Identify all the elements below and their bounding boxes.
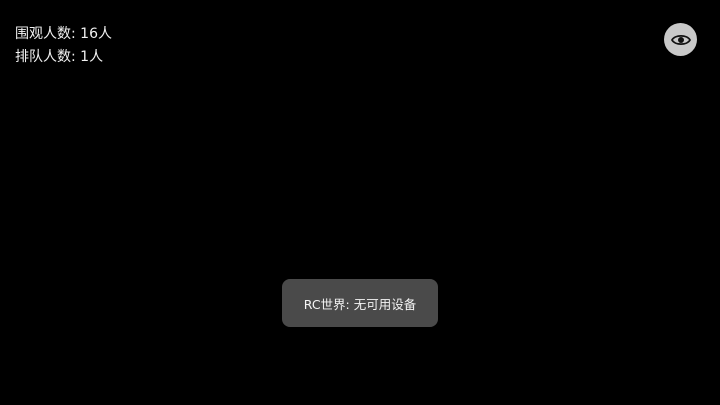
queue-count-value: 1人: [80, 49, 104, 65]
queue-count-label: 排队人数:: [15, 49, 76, 65]
viewer-count-label: 围观人数:: [15, 26, 76, 42]
queue-count: 排队人数: 1人: [15, 46, 112, 69]
toast-message: RC世界: 无可用设备: [282, 279, 438, 327]
eye-icon: [670, 34, 691, 45]
room-stats: 围观人数: 16人 排队人数: 1人: [15, 23, 112, 69]
viewer-count: 围观人数: 16人: [15, 23, 112, 46]
visibility-toggle-button[interactable]: [664, 23, 697, 56]
viewer-count-value: 16人: [80, 26, 112, 42]
toast-text: RC世界: 无可用设备: [303, 296, 417, 312]
